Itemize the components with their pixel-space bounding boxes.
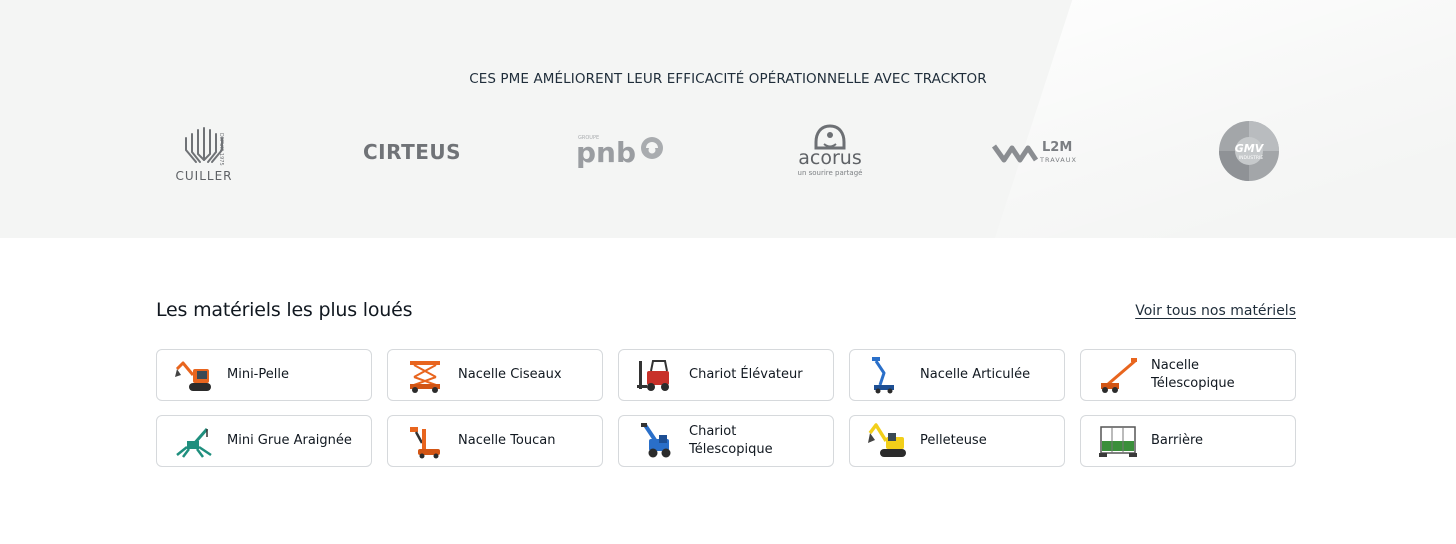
logos-heading: CES PME AMÉLIORENT LEUR EFFICACITÉ OPÉRA… <box>469 71 987 87</box>
material-card-chariot-elevateur[interactable]: Chariot Élévateur <box>618 349 834 401</box>
material-label: Pelleteuse <box>920 433 987 448</box>
gmv-wordmark: GMV <box>1235 142 1265 155</box>
mini-excavator-icon <box>173 355 215 395</box>
material-label: Nacelle Télescopique <box>1151 358 1235 391</box>
material-label: Nacelle Ciseaux <box>458 367 562 382</box>
pnb-wordmark: pnb <box>576 136 636 169</box>
spider-crane-icon <box>173 421 215 461</box>
material-label: Chariot Télescopique <box>689 424 773 457</box>
material-label: Nacelle Toucan <box>458 433 556 448</box>
logo-acorus: acorus un sourire partagé <box>788 122 872 180</box>
excavator-icon <box>866 421 908 461</box>
material-card-chariot-telescopique[interactable]: Chariot Télescopique <box>618 415 834 467</box>
see-all-materials-link[interactable]: Voir tous nos matériels <box>1130 303 1296 319</box>
gmv-tagline: INDUSTRIE <box>1239 155 1264 161</box>
cuiller-tagline: DEPUIS 1975 <box>218 133 224 166</box>
cuiller-wordmark: CUILLER <box>176 169 233 183</box>
telehandler-icon <box>635 421 677 461</box>
material-card-mini-pelle[interactable]: Mini-Pelle <box>156 349 372 401</box>
material-label: Mini Grue Araignée <box>227 433 352 448</box>
l2m-tagline: TRAVAUX <box>1039 156 1077 164</box>
logo-cirteus: CIRTEUS <box>360 138 464 166</box>
telescopic-boom-lift-icon <box>1097 355 1139 395</box>
material-card-nacelle-toucan[interactable]: Nacelle Toucan <box>387 415 603 467</box>
toucan-lift-icon <box>404 421 446 461</box>
cirteus-wordmark: CIRTEUS <box>363 140 461 164</box>
material-card-barriere[interactable]: Barrière <box>1080 415 1296 467</box>
logo-l2m: L2M TRAVAUX <box>990 134 1090 168</box>
scissor-lift-icon <box>404 355 446 395</box>
logo-gmv: GMV INDUSTRIE <box>1216 118 1282 184</box>
acorus-wordmark: acorus <box>798 147 861 169</box>
material-label: Mini-Pelle <box>227 367 289 382</box>
l2m-wordmark: L2M <box>1042 140 1072 155</box>
material-label: Nacelle Articulée <box>920 367 1031 382</box>
logo-cuiller: DEPUIS 1975 CUILLER <box>168 120 240 186</box>
material-card-pelleteuse[interactable]: Pelleteuse <box>849 415 1065 467</box>
logo-pnb: GROUPE pnb <box>574 130 670 170</box>
forklift-icon <box>635 355 677 395</box>
material-card-nacelle-telescopique[interactable]: Nacelle Télescopique <box>1080 349 1296 401</box>
client-logos-section: CES PME AMÉLIORENT LEUR EFFICACITÉ OPÉRA… <box>0 0 1456 238</box>
material-label: Barrière <box>1151 433 1204 448</box>
material-label: Chariot Élévateur <box>689 367 803 382</box>
acorus-tagline: un sourire partagé <box>798 169 863 177</box>
material-card-nacelle-ciseaux[interactable]: Nacelle Ciseaux <box>387 349 603 401</box>
material-card-mini-grue-araignee[interactable]: Mini Grue Araignée <box>156 415 372 467</box>
material-card-nacelle-articulee[interactable]: Nacelle Articulée <box>849 349 1065 401</box>
materials-grid: Mini-Pelle Nacelle Ciseaux Chariot Éléva… <box>156 349 1296 467</box>
articulated-boom-lift-icon <box>866 355 908 395</box>
section-title: Les matériels les plus loués <box>156 299 413 321</box>
barrier-icon <box>1097 421 1139 461</box>
